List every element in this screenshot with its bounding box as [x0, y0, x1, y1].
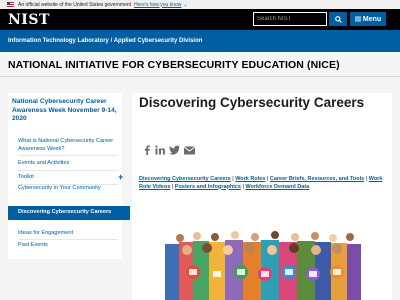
facebook-icon[interactable] — [143, 145, 151, 155]
link-career-briefs[interactable]: Career Briefs, Resources, and Tools — [270, 176, 364, 182]
search-icon — [334, 15, 342, 23]
link-separator: | — [171, 183, 174, 190]
breadcrumb: Information Technology Laboratory / Appl… — [0, 30, 400, 52]
site-header: NIST Menu — [0, 9, 400, 30]
sidebar-item-community[interactable]: Cybersecurity in Your Community — [18, 185, 118, 193]
nist-logo[interactable]: NIST — [8, 12, 50, 28]
link-work-roles[interactable]: Work Roles — [235, 176, 265, 182]
menu-label: Menu — [362, 15, 382, 23]
menu-button[interactable]: Menu — [350, 12, 386, 26]
linkedin-icon[interactable] — [155, 145, 165, 155]
email-icon[interactable] — [184, 145, 195, 155]
search-button[interactable] — [329, 12, 347, 26]
sidebar-item-what-is[interactable]: What is National Cybersecurity Career Aw… — [18, 138, 118, 153]
main-title: Discovering Cybersecurity Careers — [139, 95, 365, 110]
gov-banner: An official website of the United States… — [0, 0, 400, 9]
expand-plus-icon[interactable]: + — [118, 173, 123, 182]
breadcrumb-item-acd[interactable]: Applied Cybersecurity Division — [114, 38, 203, 44]
link-discovering-careers[interactable]: Discovering Cybersecurity Careers — [139, 176, 231, 182]
sidebar-item-discovering-careers[interactable]: Discovering Cybersecurity Careers — [8, 206, 130, 220]
divider — [18, 170, 118, 171]
sidebar-item-toolkit[interactable]: Toolkit — [18, 174, 118, 182]
sidebar-item-past-events[interactable]: Past Events — [18, 242, 118, 250]
breadcrumb-separator: / — [110, 38, 113, 44]
link-separator: | — [242, 183, 244, 190]
link-workforce-demand[interactable]: Workforce Demand Data — [245, 184, 309, 190]
sidebar-nav: National Cybersecurity Career Awareness … — [8, 93, 130, 259]
search-input[interactable] — [253, 12, 327, 26]
sidebar-item-ideas[interactable]: Ideas for Engagement — [18, 230, 118, 238]
career-links: Discovering Cybersecurity Careers | Work… — [139, 176, 389, 191]
group-photo-image — [135, 228, 390, 300]
gov-banner-text: An official website of the United States… — [18, 1, 132, 8]
link-separator: | — [266, 176, 269, 182]
link-posters-infographics[interactable]: Posters and Infographics — [175, 184, 241, 190]
link-separator: | — [365, 176, 368, 182]
share-buttons — [143, 145, 195, 155]
divider — [18, 239, 118, 240]
divider — [18, 155, 118, 156]
twitter-icon[interactable] — [169, 145, 180, 155]
link-separator: | — [232, 176, 234, 182]
us-flag-icon — [7, 2, 14, 7]
program-title-band: NATIONAL INITIATIVE FOR CYBERSECURITY ED… — [0, 52, 400, 77]
chevron-down-icon[interactable]: ⌄ — [183, 2, 187, 8]
sidebar-item-events[interactable]: Events and Activities — [18, 160, 118, 168]
breadcrumb-item-itl[interactable]: Information Technology Laboratory — [8, 38, 109, 44]
main-content: Discovering Cybersecurity Careers Discov… — [132, 93, 392, 300]
hamburger-icon — [354, 16, 361, 22]
page-title[interactable]: NATIONAL INITIATIVE FOR CYBERSECURITY ED… — [8, 59, 340, 71]
heres-how-you-know-link[interactable]: Here's how you know — [134, 2, 181, 8]
sidebar-title[interactable]: National Cybersecurity Career Awareness … — [12, 98, 120, 124]
